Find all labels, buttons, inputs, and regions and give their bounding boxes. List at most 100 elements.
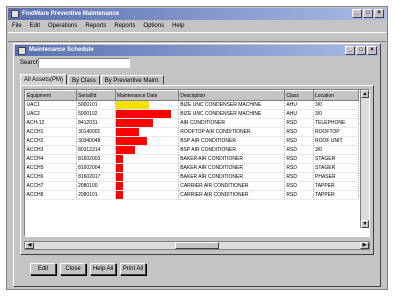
search-input[interactable]	[38, 58, 130, 68]
menu-file[interactable]: File	[12, 21, 22, 31]
cell-location: ROOF UNIT	[313, 136, 359, 146]
cell-location: TAPPER	[313, 190, 359, 200]
cell-maintenance-indicator	[115, 172, 180, 182]
cell-class: RSD	[284, 118, 315, 128]
cell-serial: 30140001	[76, 127, 116, 137]
cell-serial: 81602003	[76, 154, 116, 164]
maintenance-schedule-window: Maintenance Schedule _ □ × Search All As…	[13, 43, 381, 287]
scroll-thumb[interactable]	[175, 242, 219, 249]
cell-maintenance-indicator	[115, 190, 180, 200]
table-row[interactable]: ACCH4 81602003 BAKER AIR CONDITIONER RSD STA…	[25, 154, 359, 164]
cell-description: BSP AIR CONDITIONER	[178, 145, 286, 155]
search-label: Search	[20, 60, 40, 66]
scroll-up-arrow-icon[interactable]: ▲	[361, 90, 369, 98]
horizontal-scrollbar[interactable]: ◀ ▶	[24, 241, 370, 250]
tab-by-class[interactable]: By Class	[68, 75, 100, 85]
close-window-button[interactable]: Close	[60, 263, 86, 275]
cell-serial: 2080100	[76, 181, 116, 191]
cell-equipment: ACH-12	[25, 118, 78, 128]
child-title-bar[interactable]: Maintenance Schedule _ □ ×	[15, 45, 379, 56]
cell-maintenance-indicator	[115, 136, 180, 146]
document-icon	[18, 47, 26, 55]
cell-equipment: ACCH2	[25, 136, 78, 146]
table-row[interactable]: ACCH2 30340048 BSP AIR CONDITIONER RSD ROOF …	[25, 136, 359, 146]
grid-header-row: Equipment Serial/Id Maintenance Date Des…	[25, 90, 359, 101]
col-maintenance-date[interactable]: Maintenance Date	[114, 90, 180, 101]
child-minimize-button[interactable]: _	[345, 46, 355, 55]
cell-maintenance-indicator	[115, 100, 180, 110]
scroll-right-arrow-icon[interactable]: ▶	[360, 242, 369, 249]
grid-vertical-scrollbar[interactable]: ▲ ▼	[360, 90, 369, 228]
maintenance-status-bar	[115, 191, 123, 199]
cell-class: RSD	[284, 163, 315, 173]
cell-description: CARRIER AIR CONDITIONER	[178, 181, 286, 191]
table-row[interactable]: ACCH5 81602004 BAKER AIR CONDITIONER RSD STA…	[25, 163, 359, 173]
scroll-down-arrow-icon[interactable]: ▼	[361, 220, 369, 228]
table-row[interactable]: ACCH8 2080101 CARRIER AIR CONDITIONER RSD TA…	[25, 190, 359, 200]
col-serial[interactable]: Serial/Id	[76, 90, 116, 101]
app-icon	[11, 10, 19, 18]
cell-description: AIR CONDITIONER	[178, 118, 286, 128]
tab-all-assets[interactable]: All Assets(PM)	[20, 74, 68, 85]
cell-maintenance-indicator	[115, 181, 180, 191]
table-row[interactable]: ACCH1 30140001 ROOFTOP AIR CONDITIONER RSD R…	[25, 127, 359, 137]
cell-serial: 30340048	[76, 136, 116, 146]
cell-location: 3/0	[313, 100, 359, 110]
scroll-left-arrow-icon[interactable]: ◀	[25, 242, 34, 249]
cell-class: RSD	[284, 181, 315, 191]
col-location[interactable]: Location	[313, 90, 359, 101]
cell-location: TAPPER	[313, 181, 359, 191]
col-class[interactable]: Class	[284, 90, 315, 101]
cell-class: AHU	[284, 100, 315, 110]
child-maximize-button[interactable]: □	[356, 46, 366, 55]
edit-button[interactable]: Edit	[30, 263, 56, 275]
tab-panel: Equipment Serial/Id Maintenance Date Des…	[20, 85, 374, 255]
table-row[interactable]: ACCH3 80312214 BSP AIR CONDITIONER RSD 3/0	[25, 145, 359, 155]
menu-options[interactable]: Options	[143, 21, 164, 31]
help-all-button[interactable]: Help All	[90, 263, 116, 275]
col-equipment[interactable]: Equipment	[25, 90, 78, 101]
maintenance-grid: Equipment Serial/Id Maintenance Date Des…	[24, 89, 370, 237]
cell-serial: 81602017	[76, 172, 116, 182]
table-row[interactable]: UAC2 5000102 BIZE UNC CONDENSER MACHINE AHU…	[25, 109, 359, 119]
cell-equipment: UAC1	[25, 100, 78, 110]
toolbar	[8, 32, 386, 42]
maintenance-status-bar	[115, 155, 123, 163]
table-row[interactable]: ACCH7 2080100 CARRIER AIR CONDITIONER RSD TA…	[25, 181, 359, 191]
cell-class: RSD	[284, 190, 315, 200]
menu-edit[interactable]: Edit	[30, 21, 40, 31]
cell-description: BIZE UNC CONDENSER MACHINE	[178, 100, 286, 110]
cell-class: RSD	[284, 172, 315, 182]
menu-operations[interactable]: Operations	[48, 21, 77, 31]
maintenance-status-bar	[115, 164, 123, 172]
cell-location: STAGER	[313, 163, 359, 173]
minimize-button[interactable]: _	[352, 9, 362, 18]
cell-maintenance-indicator	[115, 163, 180, 173]
app-title: FindWare Preventive Maintenance	[22, 11, 120, 17]
maintenance-status-bar	[115, 182, 123, 190]
cell-equipment: ACCH8	[25, 190, 78, 200]
cell-location: 3/0	[313, 145, 359, 155]
cell-equipment: UAC2	[25, 109, 78, 119]
maintenance-status-bar	[115, 110, 171, 118]
table-row[interactable]: UAC1 5000101 BIZE UNC CONDENSER MACHINE AHU…	[25, 100, 359, 110]
menu-help[interactable]: Help	[172, 21, 184, 31]
cell-maintenance-indicator	[115, 109, 180, 119]
table-row[interactable]: ACCH6 81602017 BAKER AIR CONDITIONER RSD PHA…	[25, 172, 359, 182]
close-button[interactable]: ×	[374, 9, 384, 18]
print-all-button[interactable]: Print All	[120, 263, 146, 275]
tab-strip: All Assets(PM) By Class By Preventive Ma…	[20, 74, 165, 85]
table-row[interactable]: ACH-12 8412031 AIR CONDITIONER RSD TELEPHONE	[25, 118, 359, 128]
tab-by-preventive-maint[interactable]: By Preventive Maint.	[100, 75, 164, 85]
main-title-bar[interactable]: FindWare Preventive Maintenance _ □ ×	[8, 8, 386, 20]
cell-description: BSP AIR CONDITIONER	[178, 136, 286, 146]
cell-description: BAKER AIR CONDITIONER	[178, 154, 286, 164]
maximize-button[interactable]: □	[363, 9, 373, 18]
menu-reports[interactable]: Reports	[85, 21, 106, 31]
menu-reports-2[interactable]: Reports	[114, 21, 135, 31]
child-close-button[interactable]: ×	[367, 46, 377, 55]
cell-description: ROOFTOP AIR CONDITIONER	[178, 127, 286, 137]
cell-serial: 2080101	[76, 190, 116, 200]
col-description[interactable]: Description	[178, 90, 286, 101]
cell-equipment: ACCH5	[25, 163, 78, 173]
